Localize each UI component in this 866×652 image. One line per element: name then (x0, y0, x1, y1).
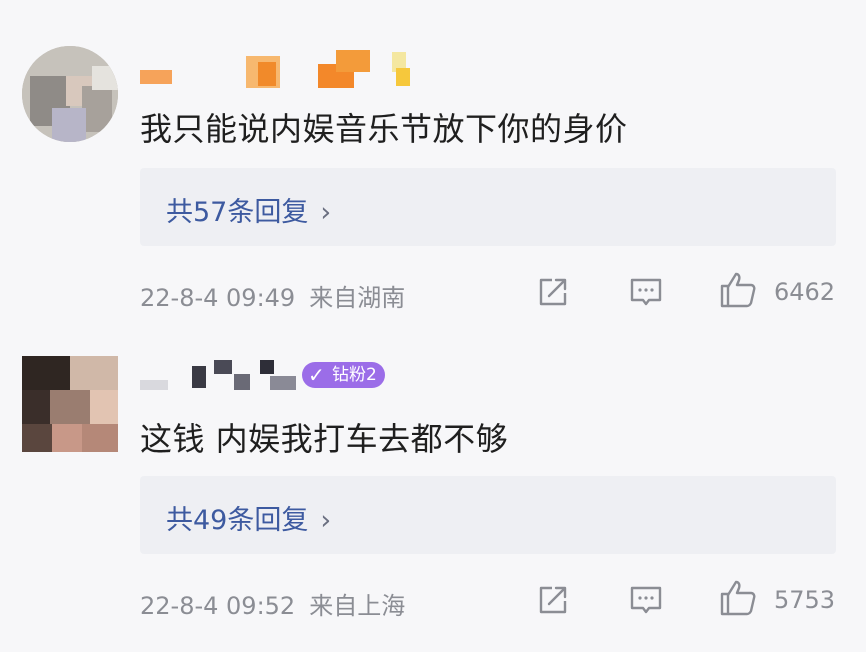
comment-icon[interactable] (628, 274, 664, 314)
reply-box[interactable]: 共57条回复 › (140, 168, 836, 246)
thumbs-up-icon[interactable] (718, 270, 758, 314)
fan-badge[interactable]: ✓ 钻粉2 (302, 362, 385, 388)
username-blurred[interactable] (140, 48, 440, 88)
location: 来自湖南 (309, 284, 406, 312)
reply-count-label: 共57条回复 (166, 197, 309, 228)
username-blurred[interactable] (140, 354, 440, 390)
like-count: 5753 (774, 586, 836, 614)
reply-link[interactable]: 共57条回复 › (166, 190, 331, 229)
comment-list: 我只能说内娱音乐节放下你的身价 共57条回复 › 22-8-4 09:49 来自湖南 (0, 0, 866, 652)
badge-label: 钻粉2 (332, 365, 377, 385)
timestamp: 22-8-4 09:49 (140, 284, 296, 312)
share-icon[interactable] (535, 274, 571, 314)
location: 来自上海 (309, 592, 406, 620)
comment-text: 我只能说内娱音乐节放下你的身价 (140, 110, 628, 148)
chevron-right-icon: › (320, 197, 332, 228)
verified-icon: ✓ (308, 363, 325, 387)
thumbs-up-icon[interactable] (718, 578, 758, 622)
share-icon[interactable] (535, 582, 571, 622)
comment-icon[interactable] (628, 582, 664, 622)
avatar[interactable] (22, 356, 118, 452)
timestamp: 22-8-4 09:52 (140, 592, 296, 620)
comment-item: ✓ 钻粉2 这钱 内娱我打车去都不够 共49条回复 › 22-8-4 09:52 来自… (0, 310, 866, 630)
reply-link[interactable]: 共49条回复 › (166, 498, 331, 537)
comment-text: 这钱 内娱我打车去都不够 (140, 420, 509, 458)
comment-item: 我只能说内娱音乐节放下你的身价 共57条回复 › 22-8-4 09:49 来自湖南 (0, 0, 866, 320)
avatar[interactable] (22, 46, 118, 142)
comment-meta: 22-8-4 09:49 来自湖南 (140, 278, 405, 313)
chevron-right-icon: › (320, 505, 332, 536)
reply-box[interactable]: 共49条回复 › (140, 476, 836, 554)
reply-count-label: 共49条回复 (166, 505, 309, 536)
like-count: 6462 (774, 278, 836, 306)
comment-meta: 22-8-4 09:52 来自上海 (140, 586, 405, 621)
